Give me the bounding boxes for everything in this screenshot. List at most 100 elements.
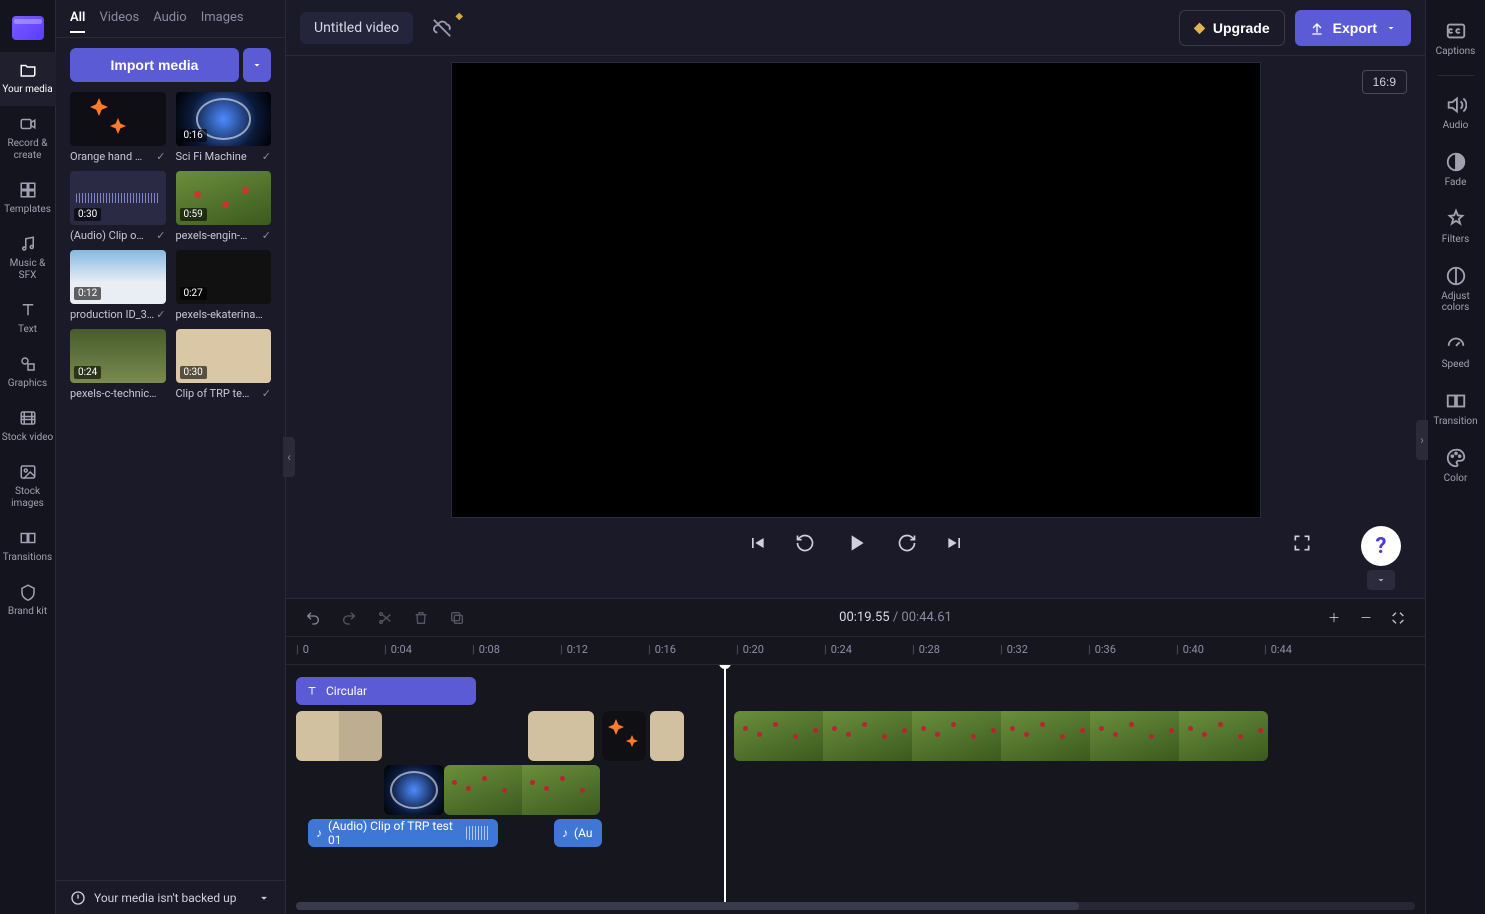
collapse-preview-button[interactable]	[1367, 570, 1395, 590]
rail-item-audio[interactable]: Audio	[1426, 86, 1485, 143]
fit-timeline-button[interactable]	[1389, 609, 1407, 627]
media-tab-images[interactable]: Images	[201, 10, 244, 33]
sidebar-item-graphics[interactable]: Graphics	[0, 346, 56, 400]
upload-icon	[1309, 20, 1325, 36]
aspect-ratio-button[interactable]: 16:9	[1362, 70, 1407, 94]
sidebar-item-stock-video[interactable]: Stock video	[0, 400, 56, 454]
media-name: Orange hand …	[70, 150, 142, 163]
timeline-scrollbar[interactable]	[296, 902, 1415, 910]
video-clip[interactable]	[602, 711, 646, 761]
sidebar-item-brand-kit[interactable]: Brand kit	[0, 574, 56, 628]
help-button[interactable]: ?	[1361, 526, 1401, 566]
video-clip[interactable]	[296, 711, 382, 761]
skip-start-button[interactable]	[744, 530, 770, 556]
undo-button[interactable]	[304, 609, 322, 627]
sidebar-item-your-media[interactable]: Your media	[0, 52, 56, 106]
sidebar-item-stock-images[interactable]: Stock images	[0, 454, 56, 520]
media-name: pexels-ekaterina…	[176, 308, 263, 321]
sidebar-item-music-sfx[interactable]: Music & SFX	[0, 226, 56, 292]
media-item[interactable]: 0:30 (Audio) Clip o…✓	[70, 171, 166, 242]
folder-icon	[17, 60, 39, 80]
zoom-out-button[interactable]: －	[1357, 609, 1375, 627]
sidebar-label: Transitions	[3, 552, 52, 564]
audio-clip[interactable]: ♪ (Au	[554, 819, 602, 847]
media-item[interactable]: 0:59 pexels-engin-…✓	[176, 171, 272, 242]
upgrade-button[interactable]: ◆ Upgrade	[1179, 10, 1285, 46]
zoom-in-button[interactable]: ＋	[1325, 609, 1343, 627]
rail-item-speed[interactable]: Speed	[1426, 325, 1485, 382]
video-clip[interactable]	[650, 711, 684, 761]
transport-bar: ?	[286, 518, 1425, 568]
rail-item-filters[interactable]: Filters	[1426, 200, 1485, 257]
timeline-ruler[interactable]: 0 0:04 0:08 0:12 0:16 0:20 0:24 0:28 0:3…	[286, 637, 1425, 665]
media-tab-all[interactable]: All	[70, 10, 85, 33]
music-icon	[17, 234, 39, 254]
redo-button[interactable]	[340, 609, 358, 627]
duplicate-button[interactable]	[448, 609, 466, 627]
adjust-icon	[1445, 265, 1467, 287]
chevron-down-icon	[251, 59, 263, 71]
sidebar-label: Stock images	[2, 486, 54, 510]
track-text: Circular	[286, 677, 1425, 707]
rail-item-adjust-colors[interactable]: Adjust colors	[1426, 257, 1485, 325]
transitions-icon	[17, 528, 39, 548]
export-button[interactable]: Export	[1295, 10, 1411, 46]
media-item[interactable]: 0:12 production ID_3…✓	[70, 250, 166, 321]
check-icon: ✓	[262, 229, 271, 242]
timeline-toolbar: 00:19.55 / 00:44.61 ＋ －	[286, 599, 1425, 637]
text-clip[interactable]: Circular	[296, 677, 476, 705]
sidebar-item-text[interactable]: Text	[0, 292, 56, 346]
preview-canvas[interactable]	[451, 62, 1261, 518]
media-item[interactable]: Orange hand …✓	[70, 92, 166, 163]
backup-status-bar[interactable]: Your media isn't backed up	[56, 880, 285, 914]
sidebar-item-templates[interactable]: Templates	[0, 172, 56, 226]
diamond-icon: ◆	[1194, 19, 1205, 36]
video-clip[interactable]	[384, 765, 444, 815]
fade-icon	[1445, 151, 1467, 173]
text-icon	[17, 300, 39, 320]
timecode: 00:19.55 / 00:44.61	[839, 610, 952, 625]
timeline-tracks[interactable]: Circular	[286, 665, 1425, 902]
cloud-off-icon[interactable]: ◆	[431, 17, 453, 39]
media-name: production ID_3…	[70, 308, 154, 321]
video-clip[interactable]	[528, 711, 594, 761]
media-tab-audio[interactable]: Audio	[153, 10, 186, 33]
fullscreen-button[interactable]	[1289, 530, 1315, 556]
video-clip[interactable]	[734, 711, 1268, 761]
sidebar-item-record-create[interactable]: Record & create	[0, 106, 56, 172]
left-sidebar: Your media Record & create Templates Mus…	[0, 0, 56, 914]
media-item[interactable]: 0:30 Clip of TRP te…✓	[176, 329, 272, 400]
media-tab-videos[interactable]: Videos	[99, 10, 139, 33]
timeline: 00:19.55 / 00:44.61 ＋ － 0 0:04 0:08 0:12…	[286, 598, 1425, 914]
video-title-input[interactable]: Untitled video	[300, 12, 413, 44]
media-name: (Audio) Clip o…	[70, 229, 144, 242]
media-item[interactable]: 0:24 pexels-c-technic…	[70, 329, 166, 400]
chevron-down-icon	[1385, 22, 1397, 34]
captions-icon	[1445, 20, 1467, 42]
rail-item-fade[interactable]: Fade	[1426, 143, 1485, 200]
rail-item-color[interactable]: Color	[1426, 439, 1485, 496]
sidebar-item-transitions[interactable]: Transitions	[0, 520, 56, 574]
sidebar-label: Text	[18, 324, 37, 336]
media-item[interactable]: 0:16 Sci Fi Machine✓	[176, 92, 272, 163]
split-button[interactable]	[376, 609, 394, 627]
playhead[interactable]	[724, 665, 726, 902]
import-media-button[interactable]: Import media	[70, 48, 239, 82]
audio-clip[interactable]: ♪ (Audio) Clip of TRP test 01	[308, 819, 498, 847]
collapse-rail-button[interactable]: ›	[1416, 420, 1428, 460]
image-icon	[17, 462, 39, 482]
rewind-button[interactable]	[792, 530, 818, 556]
forward-button[interactable]	[894, 530, 920, 556]
delete-button[interactable]	[412, 609, 430, 627]
sidebar-label: Music & SFX	[2, 258, 54, 282]
import-media-dropdown[interactable]	[243, 48, 271, 82]
video-clip[interactable]	[444, 765, 600, 815]
rail-item-transition[interactable]: Transition	[1426, 382, 1485, 439]
skip-end-button[interactable]	[942, 530, 968, 556]
media-item[interactable]: 0:27 pexels-ekaterina…	[176, 250, 272, 321]
audio-icon	[1445, 94, 1467, 116]
export-label: Export	[1333, 20, 1377, 36]
check-icon: ✓	[262, 387, 271, 400]
play-button[interactable]	[840, 527, 872, 559]
rail-item-captions[interactable]: Captions	[1426, 12, 1485, 69]
